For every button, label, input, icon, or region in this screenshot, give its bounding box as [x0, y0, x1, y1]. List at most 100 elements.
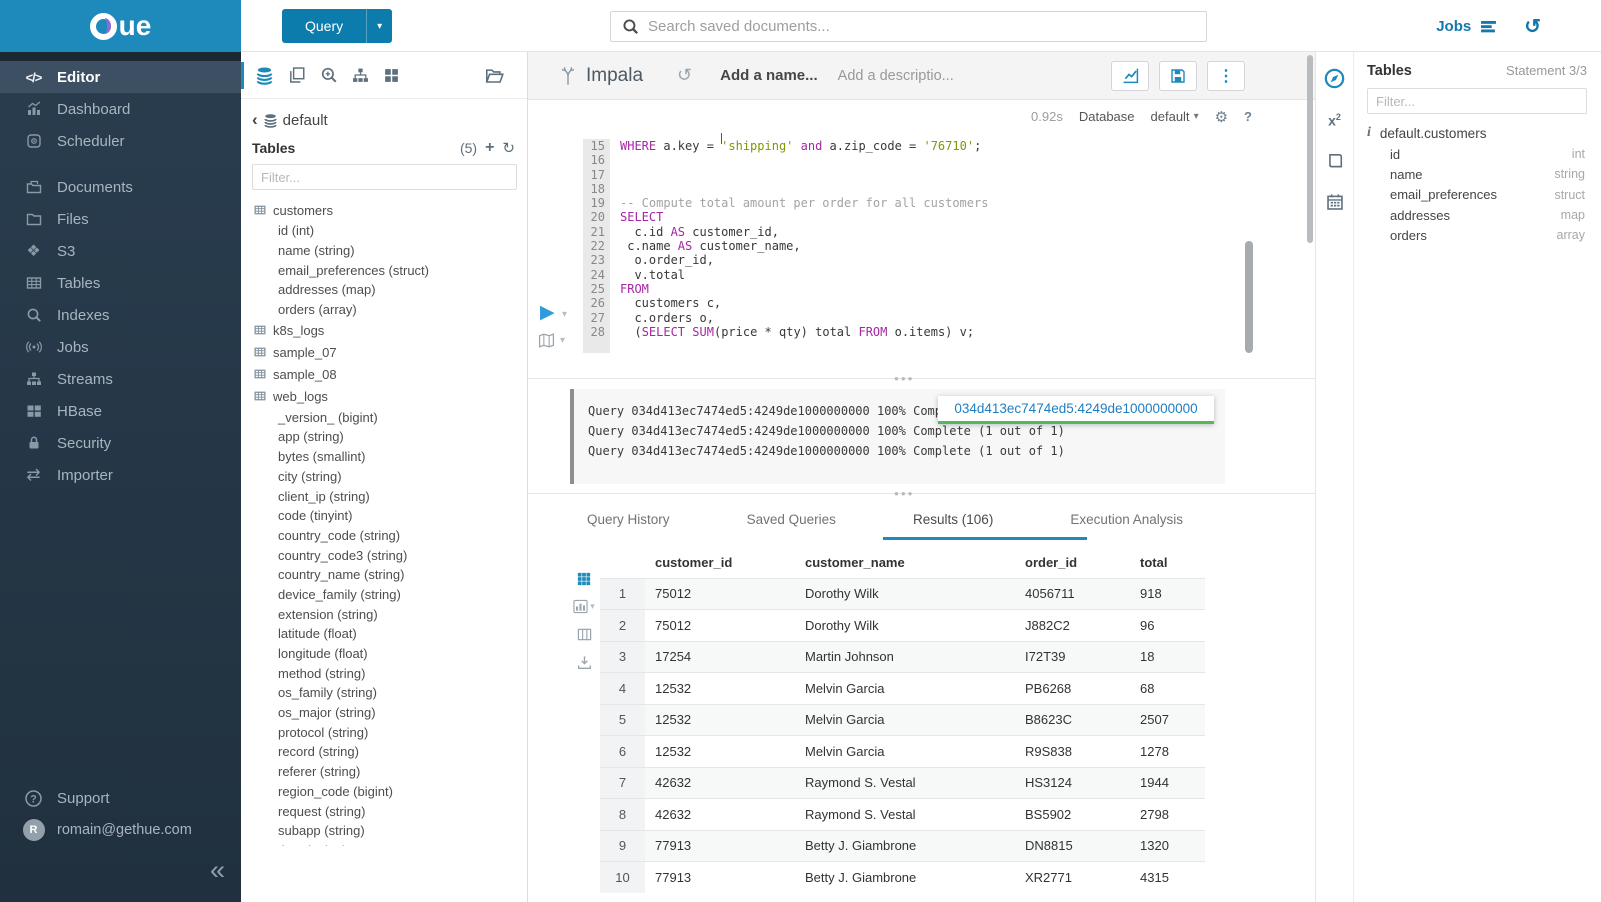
functions-icon[interactable]: x2: [1328, 112, 1341, 129]
column-item[interactable]: city (string): [254, 467, 527, 487]
resize-handle[interactable]: ●●●: [894, 374, 915, 383]
code-line[interactable]: 16: [583, 153, 1270, 167]
right-column-item[interactable]: email_preferencesstruct: [1390, 185, 1587, 205]
code-line[interactable]: 19-- Compute total amount per order for …: [583, 196, 1270, 210]
column-item[interactable]: referer (string): [254, 762, 527, 782]
code-line[interactable]: 27 c.orders o,: [583, 311, 1270, 325]
table-item[interactable]: customers: [254, 199, 527, 221]
jobs-list-icon[interactable]: [1480, 18, 1497, 35]
code-line[interactable]: [583, 339, 1270, 353]
column-item[interactable]: region_code (bigint): [254, 782, 527, 802]
code-line[interactable]: 21 c.id AS customer_id,: [583, 225, 1270, 239]
code-line[interactable]: 15WHERE a.key = 'shipping' and a.zip_cod…: [583, 139, 1270, 153]
column-item[interactable]: device_family (string): [254, 585, 527, 605]
table-row[interactable]: 977913Betty J. GiambroneDN88151320: [600, 830, 1205, 862]
save-button[interactable]: [1159, 61, 1197, 91]
execute-button[interactable]: ▶: [540, 301, 555, 324]
apps-grid-icon[interactable]: [383, 67, 400, 84]
column-item[interactable]: client_ip (string): [254, 486, 527, 506]
query-name-field[interactable]: Add a name...: [720, 67, 818, 84]
sidebar-item-security[interactable]: Security: [0, 427, 241, 459]
language-reference-icon[interactable]: [1326, 152, 1344, 170]
tab-execution-analysis[interactable]: Execution Analysis: [1068, 510, 1185, 540]
column-item[interactable]: os_family (string): [254, 683, 527, 703]
compass-icon[interactable]: [1324, 68, 1345, 89]
query-id-link[interactable]: 034d413ec7474ed5:4249de1000000000: [954, 401, 1197, 416]
code-line[interactable]: 22 c.name AS customer_name,: [583, 239, 1270, 253]
sitemap-icon[interactable]: [352, 67, 369, 84]
chart-button[interactable]: [1111, 61, 1149, 91]
query-description-field[interactable]: Add a descriptio...: [838, 68, 954, 84]
database-select[interactable]: default ▾: [1151, 109, 1199, 124]
columns-icon[interactable]: [577, 627, 592, 642]
right-column-item[interactable]: ordersarray: [1390, 225, 1587, 245]
column-item[interactable]: record (string): [254, 742, 527, 762]
column-item[interactable]: longitude (float): [254, 644, 527, 664]
column-item[interactable]: orders (array): [254, 300, 527, 320]
table-row[interactable]: 317254Martin JohnsonI72T3918: [600, 641, 1205, 673]
info-icon[interactable]: i: [1367, 125, 1371, 141]
code-block[interactable]: 15WHERE a.key = 'shipping' and a.zip_cod…: [583, 139, 1270, 353]
more-actions-button[interactable]: ⋮: [1207, 61, 1245, 91]
sidebar-item-user[interactable]: R romain@gethue.com: [0, 814, 241, 846]
column-item[interactable]: os_major (string): [254, 703, 527, 723]
column-item[interactable]: app (string): [254, 427, 527, 447]
sidebar-item-editor[interactable]: </>Editor: [0, 61, 241, 93]
tab-query-history[interactable]: Query History: [585, 510, 672, 540]
table-item[interactable]: sample_07: [254, 341, 527, 363]
breadcrumb-db-name[interactable]: default: [283, 112, 328, 129]
column-item[interactable]: protocol (string): [254, 722, 527, 742]
code-line[interactable]: 28 (SELECT SUM(price * qty) total FROM o…: [583, 325, 1270, 339]
column-item[interactable]: email_preferences (struct): [254, 260, 527, 280]
table-row[interactable]: 412532Melvin GarciaPB626868: [600, 673, 1205, 705]
active-table-name[interactable]: default.customers: [1380, 126, 1487, 141]
column-item[interactable]: code (tinyint): [254, 506, 527, 526]
column-item[interactable]: country_code3 (string): [254, 545, 527, 565]
table-row[interactable]: 275012Dorothy WilkJ882C296: [600, 610, 1205, 642]
new-query-button[interactable]: Query ▾: [282, 9, 392, 43]
sidebar-item-indexes[interactable]: Indexes: [0, 299, 241, 331]
table-filter-input[interactable]: [252, 164, 517, 190]
database-icon[interactable]: [255, 66, 274, 85]
table-row[interactable]: 742632Raymond S. VestalHS31241944: [600, 767, 1205, 799]
column-item[interactable]: subapp (string): [254, 821, 527, 841]
code-line[interactable]: 24 v.total: [583, 268, 1270, 282]
column-item[interactable]: _version_ (bigint): [254, 407, 527, 427]
query-id-tooltip[interactable]: 034d413ec7474ed5:4249de1000000000: [938, 396, 1214, 424]
table-row[interactable]: 612532Melvin GarciaR9S8381278: [600, 736, 1205, 768]
sidebar-item-documents[interactable]: Documents: [0, 171, 241, 203]
search-plus-icon[interactable]: [320, 66, 338, 84]
code-line[interactable]: 23 o.order_id,: [583, 253, 1270, 267]
table-row[interactable]: 842632Raymond S. VestalBS59022798: [600, 799, 1205, 831]
hue-logo[interactable]: ue: [0, 0, 241, 52]
grid-view-icon[interactable]: [577, 572, 591, 586]
query-history-icon[interactable]: ↺: [677, 65, 692, 86]
sidebar-item-streams[interactable]: Streams: [0, 363, 241, 395]
table-row[interactable]: 175012Dorothy Wilk4056711918: [600, 578, 1205, 610]
right-column-item[interactable]: idint: [1390, 144, 1587, 164]
column-item[interactable]: id (int): [254, 221, 527, 241]
column-item[interactable]: bytes (smallint): [254, 447, 527, 467]
column-header-customer_name[interactable]: customer_name: [795, 548, 1015, 578]
table-row[interactable]: 1077913Betty J. GiambroneXR27714315: [600, 862, 1205, 894]
sidebar-item-scheduler[interactable]: Scheduler: [0, 125, 241, 157]
editor-scrollbar[interactable]: [1245, 241, 1253, 353]
column-item[interactable]: addresses (map): [254, 280, 527, 300]
code-line[interactable]: 18: [583, 182, 1270, 196]
settings-gear-icon[interactable]: ⚙: [1215, 108, 1228, 126]
sidebar-item-importer[interactable]: ⇄Importer: [0, 459, 241, 491]
tab-saved-queries[interactable]: Saved Queries: [745, 510, 838, 540]
refresh-icon[interactable]: ↻: [502, 139, 515, 157]
database-breadcrumb[interactable]: ‹ default: [241, 99, 527, 130]
documents-copy-icon[interactable]: [288, 66, 306, 84]
column-item[interactable]: extension (string): [254, 604, 527, 624]
sidebar-item-support[interactable]: ? Support: [0, 782, 241, 814]
code-line[interactable]: 17: [583, 168, 1270, 182]
chevron-left-icon[interactable]: ‹: [252, 110, 258, 130]
sidebar-item-hbase[interactable]: HBase: [0, 395, 241, 427]
active-table-item[interactable]: i default.customers: [1367, 125, 1587, 141]
right-filter-input[interactable]: [1367, 88, 1587, 114]
table-item[interactable]: sample_08: [254, 363, 527, 385]
column-item[interactable]: time (string): [254, 841, 527, 846]
minimap-caret[interactable]: ▾: [560, 335, 565, 346]
